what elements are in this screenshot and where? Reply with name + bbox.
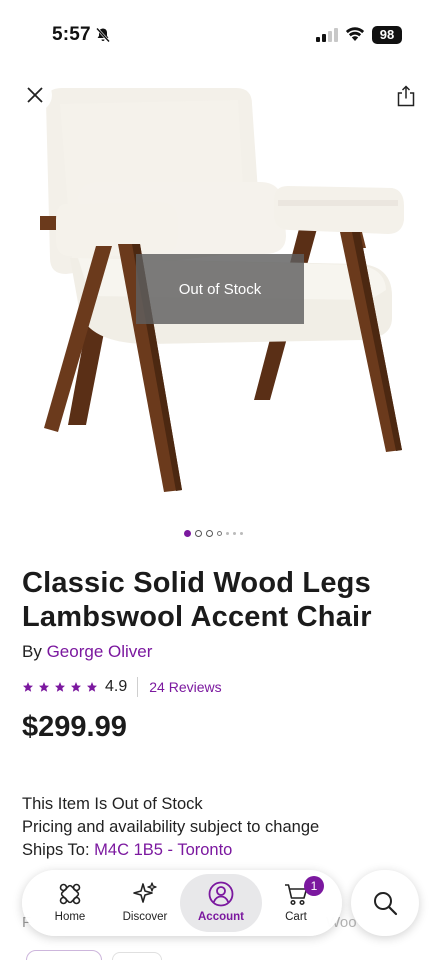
image-pager[interactable] bbox=[184, 529, 243, 537]
home-icon bbox=[59, 883, 81, 905]
brand-link[interactable]: George Oliver bbox=[47, 642, 153, 661]
star-icon bbox=[39, 682, 49, 692]
ships-to-location-link[interactable]: M4C 1B5 - Toronto bbox=[94, 841, 232, 859]
search-icon bbox=[374, 892, 398, 916]
ships-to: Ships To: M4C 1B5 - Toronto bbox=[22, 839, 319, 862]
star-icon bbox=[23, 682, 33, 692]
product-title: Classic Solid Wood Legs Lambswool Accent… bbox=[22, 567, 372, 633]
price: $299.99 bbox=[22, 711, 127, 743]
pager-dot[interactable] bbox=[226, 531, 229, 535]
by-label: By bbox=[22, 642, 42, 661]
pager-dot[interactable] bbox=[206, 529, 213, 537]
star-icon bbox=[71, 682, 81, 692]
close-icon bbox=[27, 87, 43, 103]
stock-status: This Item Is Out of Stock bbox=[22, 795, 203, 813]
search-button[interactable] bbox=[351, 870, 419, 936]
rating-value: 4.9 bbox=[105, 678, 128, 695]
rating-stars bbox=[22, 681, 98, 693]
cart-badge: 1 bbox=[304, 876, 324, 896]
signal-icon bbox=[316, 28, 338, 42]
status-time: 5:57 bbox=[52, 24, 91, 45]
pager-dot[interactable] bbox=[240, 531, 243, 535]
nav-cart-label: Cart bbox=[285, 911, 307, 923]
battery-icon: 98 bbox=[372, 26, 402, 44]
pricing-note: Pricing and availability subject to chan… bbox=[22, 818, 320, 836]
wifi-icon bbox=[345, 27, 365, 41]
ships-to-label: Ships To: bbox=[22, 841, 90, 859]
pager-dot[interactable] bbox=[184, 529, 191, 537]
product-image-carousel[interactable]: Out of Stock bbox=[0, 60, 442, 520]
divider bbox=[137, 677, 139, 697]
option-chip[interactable] bbox=[112, 952, 162, 960]
bell-off-icon bbox=[96, 27, 110, 43]
star-icon bbox=[55, 682, 65, 692]
pager-dot[interactable] bbox=[217, 530, 222, 536]
account-icon bbox=[208, 881, 234, 907]
close-button[interactable] bbox=[18, 78, 52, 112]
rating-row[interactable]: 4.9 24 Reviews bbox=[22, 677, 222, 697]
nav-account[interactable]: Account bbox=[180, 874, 262, 932]
reviews-link[interactable]: 24 Reviews bbox=[149, 679, 221, 695]
star-icon bbox=[87, 682, 97, 692]
nav-discover-label: Discover bbox=[122, 911, 168, 923]
nav-cart[interactable]: 1 Cart bbox=[258, 874, 334, 932]
stock-info: This Item Is Out of Stock Pricing and av… bbox=[22, 793, 319, 862]
option-chip[interactable] bbox=[26, 950, 102, 960]
pager-dot[interactable] bbox=[195, 529, 202, 537]
nav-home[interactable]: Home bbox=[32, 874, 108, 932]
nav-home-label: Home bbox=[54, 911, 86, 923]
pager-dot[interactable] bbox=[233, 531, 236, 535]
sparkle-icon bbox=[133, 882, 157, 903]
nav-account-label: Account bbox=[198, 911, 244, 923]
nav-discover[interactable]: Discover bbox=[107, 874, 183, 932]
byline: By George Oliver bbox=[22, 642, 152, 662]
bottom-nav: Home Discover Account 1 Cart bbox=[22, 870, 342, 936]
out-of-stock-overlay: Out of Stock bbox=[136, 254, 304, 324]
status-bar: 5:57 98 bbox=[0, 0, 442, 60]
share-icon bbox=[397, 85, 415, 107]
share-button[interactable] bbox=[390, 80, 422, 112]
